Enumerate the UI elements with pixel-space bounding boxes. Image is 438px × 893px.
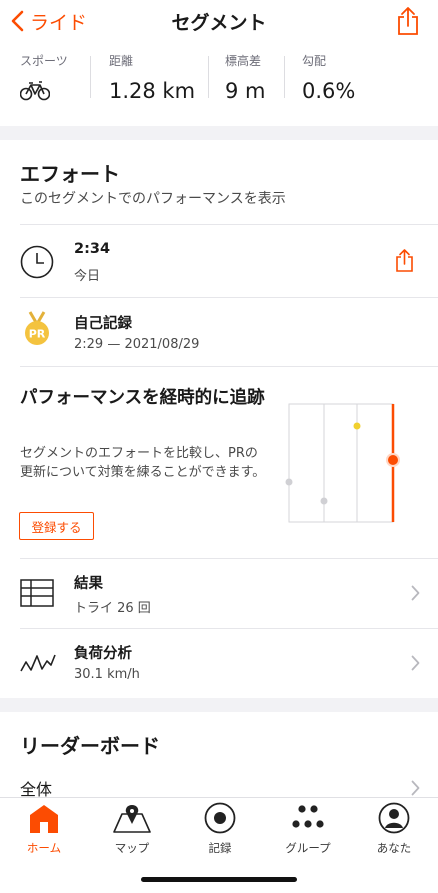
stat-value: 9 m: [225, 79, 266, 103]
promo-body: セグメントのエフォートを比較し、PRの更新について対策を練ることができます。: [20, 446, 266, 480]
section-divider: [0, 126, 438, 140]
leaderboard-overall-row[interactable]: 全体: [0, 770, 438, 799]
share-effort-icon[interactable]: [395, 248, 414, 273]
pr-detail: 2:29 — 2021/08/29: [74, 337, 200, 352]
chevron-right-icon: [411, 780, 420, 796]
personal-record-row[interactable]: PR 自己記録 2:29 — 2021/08/29: [0, 298, 438, 366]
tab-groups[interactable]: グループ: [264, 802, 352, 856]
effort-subtitle: このセグメントでのパフォーマンスを表示: [20, 191, 286, 207]
profile-icon: [378, 802, 410, 834]
stat-label: 標高差: [225, 54, 262, 68]
chevron-right-icon: [411, 655, 420, 671]
stat-elevation: 標高差 9 m: [208, 48, 270, 124]
chevron-right-icon: [411, 585, 420, 601]
share-button[interactable]: [396, 6, 420, 40]
stat-label: 勾配: [302, 54, 327, 68]
stat-label: スポーツ: [20, 54, 68, 68]
stat-value: 0.6%: [302, 79, 356, 103]
effort-title: エフォート: [20, 162, 120, 186]
clock-icon: [20, 245, 54, 279]
tab-label: あなた: [376, 841, 412, 855]
tab-maps[interactable]: マップ: [88, 802, 176, 856]
results-detail: トライ 26 回: [74, 601, 151, 616]
stat-value: 1.28 km: [109, 79, 196, 103]
bike-icon: [19, 81, 51, 101]
tab-label: ホーム: [26, 841, 62, 855]
record-icon: [204, 802, 236, 834]
stat-distance: 距離 1.28 km: [90, 48, 208, 124]
load-label: 負荷分析: [74, 646, 132, 662]
effort-date: 今日: [74, 269, 101, 284]
stat-label: 距離: [109, 54, 134, 68]
pr-label: 自己記録: [74, 316, 132, 332]
pulse-icon: [20, 654, 56, 672]
tab-record[interactable]: 記録: [176, 802, 264, 856]
signup-button[interactable]: 登録する: [19, 512, 94, 540]
table-icon: [20, 579, 54, 607]
results-row[interactable]: 結果 トライ 26 回: [0, 559, 438, 628]
promo-title: パフォーマンスを経時的に追跡: [20, 388, 265, 408]
leaderboard-title: リーダーボード: [20, 734, 160, 758]
tab-you[interactable]: あなた: [350, 802, 438, 856]
segment-stats: スポーツ 距離 1.28 km 標高差 9 m 勾配 0.6%: [0, 48, 438, 124]
effort-time: 2:34: [74, 241, 111, 257]
home-indicator: [141, 877, 297, 882]
load-detail: 30.1 km/h: [74, 667, 140, 682]
tab-label: マップ: [114, 841, 150, 855]
tab-label: 記録: [208, 841, 232, 855]
home-icon: [30, 805, 58, 833]
tab-label: グループ: [285, 841, 331, 855]
pr-badge-text: PR: [29, 328, 46, 341]
tab-home[interactable]: ホーム: [0, 802, 88, 856]
groups-icon: [292, 805, 324, 828]
load-analysis-row[interactable]: 負荷分析 30.1 km/h: [0, 629, 438, 697]
pr-medal-icon: PR: [25, 311, 49, 345]
stat-sport: スポーツ: [0, 48, 90, 124]
page-title: セグメント: [171, 12, 267, 34]
section-divider: [0, 698, 438, 712]
results-label: 結果: [74, 576, 103, 592]
performance-trend-illustration: [285, 403, 400, 523]
map-icon: [113, 805, 151, 833]
share-icon: [398, 7, 418, 35]
nav-bar: ライド セグメント: [0, 0, 438, 44]
stat-grade: 勾配 0.6%: [284, 48, 434, 124]
latest-effort-row[interactable]: 2:34 今日: [0, 225, 438, 297]
